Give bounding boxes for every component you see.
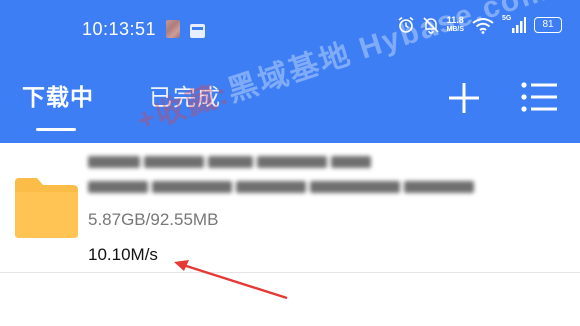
app-header: 10:13:51 11.8 MB/S 5G 81 下载中 已完成	[0, 0, 580, 143]
tab-completed[interactable]: 已完成	[149, 78, 221, 112]
mute-bell-icon	[422, 17, 439, 34]
wifi-icon	[472, 17, 494, 34]
notification-thumbnail-icon	[166, 20, 180, 38]
tab-downloading[interactable]: 下载中	[22, 78, 94, 112]
alarm-icon	[398, 16, 413, 33]
download-item[interactable]: 5.87GB/92.55MB 10.10M/s	[0, 143, 580, 275]
notification-app-icon	[190, 24, 205, 38]
file-name-line-1	[88, 155, 383, 169]
net-speed: 11.8 MB/S	[446, 15, 465, 34]
battery-indicator: 81	[534, 17, 562, 33]
active-tab-indicator	[36, 128, 76, 131]
status-time: 10:13:51	[82, 19, 157, 39]
list-divider	[0, 272, 580, 273]
download-size: 5.87GB/92.55MB	[88, 210, 219, 229]
download-speed: 10.10M/s	[88, 245, 158, 264]
folder-icon	[15, 178, 78, 238]
file-name-line-2	[88, 180, 483, 194]
list-menu-icon[interactable]	[520, 79, 558, 115]
status-icons: 11.8 MB/S 5G 81	[397, 15, 562, 34]
signal-icon: 5G	[502, 15, 526, 34]
plus-icon[interactable]	[446, 80, 482, 116]
